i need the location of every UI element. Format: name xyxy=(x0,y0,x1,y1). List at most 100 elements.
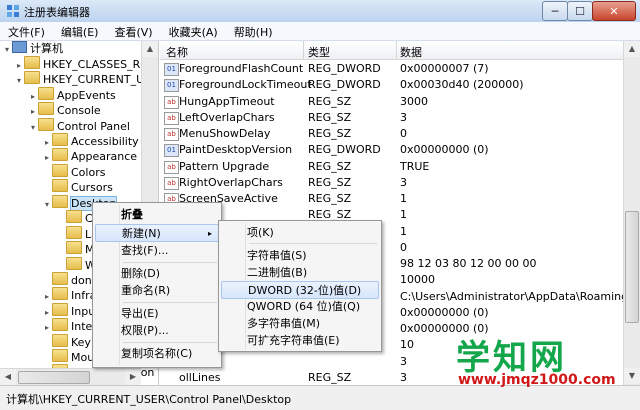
table-row[interactable]: ab MenuShowDelay REG_SZ 0 xyxy=(160,126,623,142)
menu-file[interactable]: 文件(F) xyxy=(0,22,53,40)
value-data: 0x00030d40 (200000) xyxy=(400,78,524,92)
table-row[interactable]: 01 ForegroundLockTimeout REG_DWORD 0x00030d… xyxy=(160,77,623,93)
dword-value-icon: 01 xyxy=(164,79,179,93)
scroll-right-icon[interactable]: ▶ xyxy=(125,369,141,385)
menu-item-collapse[interactable]: 折叠 xyxy=(95,206,219,224)
close-button[interactable]: ✕ xyxy=(592,1,636,21)
folder-icon xyxy=(52,303,68,316)
tree-node-hkcr[interactable]: ▸ HKEY_CLASSES_ROOT xyxy=(14,56,158,71)
table-row[interactable]: ab ScreenSaveActive REG_SZ 1 xyxy=(160,191,623,207)
list-header: 名称 类型 数据 xyxy=(160,41,623,60)
submenu-item-multi-string-value[interactable]: 多字符串值(M) xyxy=(221,315,379,333)
expander-icon[interactable]: ▸ xyxy=(42,150,52,165)
folder-icon xyxy=(38,118,54,131)
submenu-item-dword-value[interactable]: DWORD (32-位)值(D) xyxy=(221,281,379,299)
column-header-type[interactable]: 类型 xyxy=(308,44,330,60)
expander-icon[interactable]: ▾ xyxy=(14,73,24,88)
column-header-name[interactable]: 名称 xyxy=(166,44,188,60)
tree-node-appevents[interactable]: ▸ AppEvents xyxy=(28,87,116,102)
submenu-item-qword-value[interactable]: QWORD (64 位)值(Q) xyxy=(221,298,379,316)
tree-node-cursors[interactable]: Cursors xyxy=(42,179,113,194)
column-header-data[interactable]: 数据 xyxy=(400,44,422,60)
tree-node-appearance[interactable]: ▸ Appearance xyxy=(42,148,137,163)
watermark-logo: 学知网 www.jmqz1000.com xyxy=(452,336,638,388)
menu-item-new[interactable]: 新建(N) ▸ xyxy=(95,224,219,242)
tree-node-computer[interactable]: ▾ 计算机 xyxy=(2,41,63,56)
tree-node-dont[interactable]: don't xyxy=(42,272,99,287)
menu-item-copy-key-name[interactable]: 复制项名称(C) xyxy=(95,345,219,363)
tree-hscroll-thumb[interactable] xyxy=(18,371,90,384)
value-data: 3000 xyxy=(400,94,428,108)
submenu-item-expandable-string-value[interactable]: 可扩充字符串值(E) xyxy=(221,332,379,350)
value-data: C:\Users\Administrator\AppData\Roaming\M… xyxy=(400,289,623,303)
status-path: 计算机\HKEY_CURRENT_USER\Control Panel\Desk… xyxy=(6,393,292,406)
tree-node-infra[interactable]: ▸ Infra xyxy=(42,287,96,302)
value-type: REG_SZ xyxy=(308,192,352,205)
tree-node-keyboard[interactable]: Keyb xyxy=(42,334,98,349)
value-data: 0x00000000 (0) xyxy=(400,143,489,157)
string-value-icon: ab xyxy=(164,111,179,125)
expander-icon[interactable]: ▾ xyxy=(2,42,12,57)
value-data: 98 12 03 80 12 00 00 00 xyxy=(400,257,537,270)
value-name: LeftOverlapChars xyxy=(179,110,275,124)
menu-favorites[interactable]: 收藏夹(A) xyxy=(161,22,226,40)
tree-node-input[interactable]: ▸ Input xyxy=(42,303,99,318)
menu-item-export[interactable]: 导出(E) xyxy=(95,305,219,323)
submenu-item-binary-value[interactable]: 二进制值(B) xyxy=(221,264,379,282)
folder-icon xyxy=(52,179,68,192)
tree-node-desktop-child[interactable]: W xyxy=(56,257,96,272)
tree-node-colors[interactable]: Colors xyxy=(42,164,105,179)
expander-icon[interactable]: ▾ xyxy=(28,120,38,135)
value-name: ForegroundFlashCount xyxy=(179,62,304,75)
expander-icon[interactable]: ▾ xyxy=(42,197,52,212)
tree-horizontal-scrollbar[interactable]: ◀ ▶ xyxy=(0,368,141,385)
menu-help[interactable]: 帮助(H) xyxy=(226,22,281,40)
folder-icon xyxy=(24,56,40,69)
table-row[interactable]: 01 PaintDesktopVersion REG_DWORD 0x00000000… xyxy=(160,142,623,158)
menu-item-permissions[interactable]: 权限(P)... xyxy=(95,322,219,340)
value-type: REG_DWORD xyxy=(308,62,381,75)
submenu-item-key[interactable]: 项(K) xyxy=(221,224,379,242)
scroll-up-icon[interactable]: ▲ xyxy=(142,41,158,57)
maximize-button[interactable]: ☐ xyxy=(567,1,593,21)
regedit-app-icon xyxy=(7,5,19,17)
tree-node-accessibility[interactable]: ▸ Accessibility xyxy=(42,133,139,148)
folder-icon xyxy=(66,210,82,223)
new-submenu: 项(K) 字符串值(S) 二进制值(B) DWORD (32-位)值(D) QW… xyxy=(218,220,382,352)
menu-edit[interactable]: 编辑(E) xyxy=(53,22,107,40)
list-scroll-thumb[interactable] xyxy=(625,211,639,323)
table-row[interactable]: ab RightOverlapChars REG_SZ 3 xyxy=(160,175,623,191)
submenu-item-string-value[interactable]: 字符串值(S) xyxy=(221,247,379,265)
expander-icon[interactable]: ▸ xyxy=(42,289,52,304)
dword-value-icon: 01 xyxy=(164,144,179,158)
tree-node-desktop-child[interactable]: M xyxy=(56,241,95,256)
folder-icon xyxy=(52,272,68,285)
scroll-left-icon[interactable]: ◀ xyxy=(0,369,16,385)
menu-item-rename[interactable]: 重命名(R) xyxy=(95,282,219,300)
context-menu: 折叠 新建(N) ▸ 查找(F)... 删除(D) 重命名(R) 导出(E) 权限… xyxy=(92,202,222,368)
value-name: Pattern Upgrade xyxy=(179,159,270,173)
table-row[interactable]: 01 ForegroundFlashCount REG_DWORD 0x0000000… xyxy=(160,61,623,77)
table-row[interactable]: ab Pattern Upgrade REG_SZ TRUE xyxy=(160,159,623,175)
menu-item-find[interactable]: 查找(F)... xyxy=(95,242,219,260)
minimize-button[interactable]: ─ xyxy=(542,1,568,21)
value-data: 10 xyxy=(400,338,414,352)
list-vertical-scrollbar[interactable]: ▲ ▼ xyxy=(623,41,640,385)
expander-icon[interactable]: ▸ xyxy=(42,320,52,335)
title-bar: 注册表编辑器 ─ ☐ ✕ xyxy=(0,0,640,23)
tree-node-control-panel[interactable]: ▾ Control Panel xyxy=(28,118,130,133)
scroll-up-icon[interactable]: ▲ xyxy=(624,41,640,57)
menu-view[interactable]: 查看(V) xyxy=(106,22,160,40)
watermark-url: www.jmqz1000.com xyxy=(458,372,616,388)
status-bar: 计算机\HKEY_CURRENT_USER\Control Panel\Desk… xyxy=(0,385,640,410)
menu-item-delete[interactable]: 删除(D) xyxy=(95,265,219,283)
expander-icon[interactable]: ▸ xyxy=(28,104,38,119)
value-data: 10000 xyxy=(400,273,435,287)
tree-node-hkcu[interactable]: ▾ HKEY_CURRENT_USER xyxy=(14,71,158,88)
table-row[interactable]: ab LeftOverlapChars REG_SZ 3 xyxy=(160,110,623,126)
tree-node-console[interactable]: ▸ Console xyxy=(28,102,101,117)
table-row[interactable]: ab HungAppTimeout REG_SZ 3000 xyxy=(160,94,623,110)
window-title: 注册表编辑器 xyxy=(24,6,90,19)
folder-icon xyxy=(38,102,54,115)
folder-open-icon xyxy=(52,195,68,208)
